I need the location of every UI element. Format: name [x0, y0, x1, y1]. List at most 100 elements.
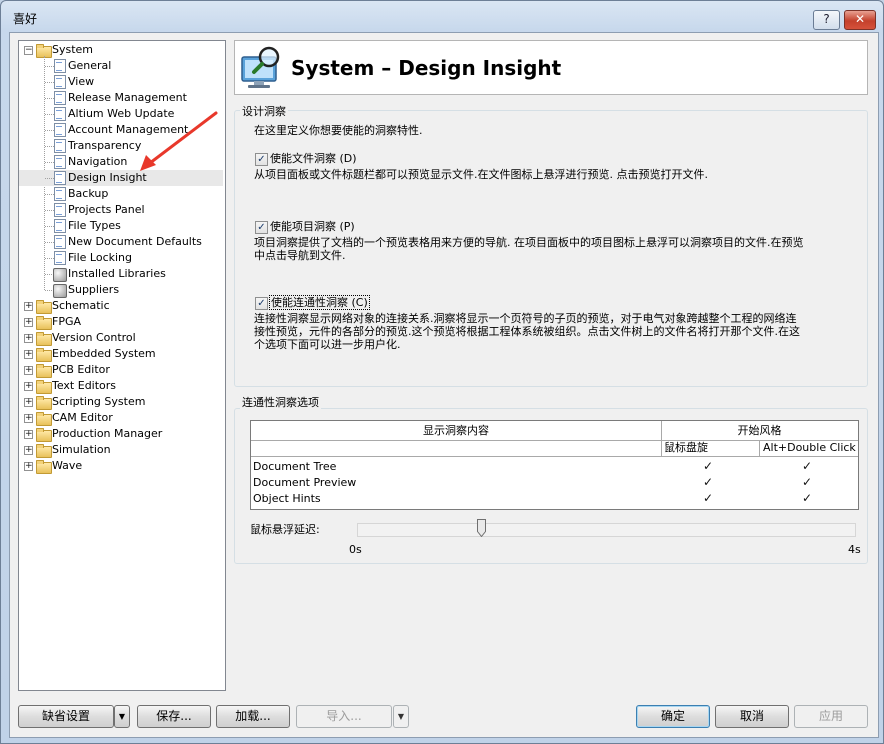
option-description-1: 项目洞察提供了文档的一个预览表格用来方便的导航. 在项目面板中的项目图标上悬浮可… [254, 236, 804, 249]
close-button[interactable]: ✕ [844, 10, 876, 30]
tree-item-file-locking[interactable]: File Locking [19, 250, 223, 266]
tree-item-label: PCB Editor [52, 363, 110, 376]
title-bar[interactable]: 喜好 ? ✕ [1, 1, 883, 33]
save-button[interactable]: 保存... [137, 705, 211, 728]
page-icon [54, 139, 66, 153]
expand-icon[interactable]: + [24, 318, 33, 327]
defaults-button[interactable]: 缺省设置 [18, 705, 114, 728]
alt-checkbox[interactable]: ✓ [802, 491, 812, 505]
page-icon [54, 91, 66, 105]
expand-icon[interactable]: + [24, 462, 33, 471]
tree-item-label: Version Control [52, 331, 136, 344]
tree-item-pcb-editor[interactable]: + PCB Editor [19, 362, 223, 378]
folder-icon [36, 348, 52, 362]
tree-item-label: System [52, 43, 94, 56]
tree-item-view[interactable]: View [19, 74, 223, 90]
expand-icon[interactable]: + [24, 334, 33, 343]
expand-icon[interactable]: + [24, 414, 33, 423]
tree-item-text-editors[interactable]: + Text Editors [19, 378, 223, 394]
tree-item-system[interactable]: − System [19, 42, 223, 58]
import-button[interactable]: 导入... [296, 705, 392, 728]
dialog-client: − System General View Release Management Alti… [9, 32, 879, 738]
annotation-arrow-icon [140, 111, 218, 171]
load-button[interactable]: 加载... [216, 705, 290, 728]
option-checkbox-2[interactable]: ✓ [255, 297, 268, 310]
alt-checkbox[interactable]: ✓ [802, 459, 812, 473]
tree-item-release-management[interactable]: Release Management [19, 90, 223, 106]
folder-icon [36, 444, 52, 458]
tree-item-file-types[interactable]: File Types [19, 218, 223, 234]
tree-item-installed-libraries[interactable]: Installed Libraries [19, 266, 223, 282]
page-icon [54, 219, 66, 233]
expand-icon[interactable]: + [24, 382, 33, 391]
expand-icon[interactable]: + [24, 302, 33, 311]
expand-icon[interactable]: + [24, 398, 33, 407]
library-icon [53, 284, 67, 298]
connectivity-group-label: 连通性洞察选项 [240, 394, 321, 410]
page-icon [54, 171, 66, 185]
expand-icon[interactable]: + [24, 350, 33, 359]
row-name: Document Tree [253, 460, 337, 473]
tree-item-projects-panel[interactable]: Projects Panel [19, 202, 223, 218]
tree-item-label: Installed Libraries [68, 267, 166, 280]
monitor-magnifier-icon [241, 46, 280, 88]
hover-checkbox[interactable]: ✓ [703, 459, 713, 473]
table-row[interactable]: Object Hints ✓ ✓ [251, 491, 858, 507]
table-row[interactable]: Document Tree ✓ ✓ [251, 459, 858, 475]
tree-item-label: View [68, 75, 95, 88]
tree-item-scripting-system[interactable]: + Scripting System [19, 394, 223, 410]
col-header-style: 开始风格 [737, 424, 782, 437]
tree-item-label: Embedded System [52, 347, 156, 360]
tree-item-embedded-system[interactable]: + Embedded System [19, 346, 223, 362]
tree-item-label: Suppliers [68, 283, 120, 296]
expand-icon[interactable]: + [24, 366, 33, 375]
col-header-alt: Alt+Double Click [763, 441, 856, 454]
help-button[interactable]: ? [813, 10, 840, 30]
import-dropdown-arrow[interactable]: ▼ [393, 705, 409, 728]
tree-item-general[interactable]: General [19, 58, 223, 74]
ok-button[interactable]: 确定 [636, 705, 710, 728]
folder-icon [36, 316, 52, 330]
tree-item-label: Text Editors [52, 379, 117, 392]
option-description-2: 连接性洞察显示网络对象的连接关系.洞察将显示一个页符号的子页的预览，对于电气对象… [254, 312, 797, 325]
hover-delay-slider-thumb[interactable] [477, 519, 487, 537]
tree-item-schematic[interactable]: + Schematic [19, 298, 223, 314]
tree-item-new-document-defaults[interactable]: New Document Defaults [19, 234, 223, 250]
tree-item-version-control[interactable]: + Version Control [19, 330, 223, 346]
alt-checkbox[interactable]: ✓ [802, 475, 812, 489]
option-description-1: 中点击导航到文件. [254, 249, 346, 262]
hover-delay-slider-track[interactable] [357, 523, 856, 537]
tree-item-production-manager[interactable]: + Production Manager [19, 426, 223, 442]
page-icon [54, 155, 66, 169]
tree-item-cam-editor[interactable]: + CAM Editor [19, 410, 223, 426]
defaults-dropdown-arrow[interactable]: ▼ [114, 705, 130, 728]
option-label-0[interactable]: 使能文件洞察 (D) [270, 152, 357, 165]
tree-item-fpga[interactable]: + FPGA [19, 314, 223, 330]
folder-icon [36, 380, 52, 394]
expand-icon[interactable]: + [24, 430, 33, 439]
apply-button[interactable]: 应用 [794, 705, 868, 728]
window-title: 喜好 [13, 12, 38, 26]
tree-item-wave[interactable]: + Wave [19, 458, 223, 474]
page-icon [54, 123, 66, 137]
hover-checkbox[interactable]: ✓ [703, 491, 713, 505]
hover-checkbox[interactable]: ✓ [703, 475, 713, 489]
tree-item-label: Schematic [52, 299, 110, 312]
option-checkbox-0[interactable]: ✓ [255, 153, 268, 166]
table-row[interactable]: Document Preview ✓ ✓ [251, 475, 858, 491]
folder-icon [36, 332, 52, 346]
option-checkbox-1[interactable]: ✓ [255, 221, 268, 234]
expand-icon[interactable]: + [24, 446, 33, 455]
option-label-2[interactable]: 使能连通性洞察 (C) [269, 295, 370, 310]
folder-icon [36, 460, 52, 474]
library-icon [53, 268, 67, 282]
tree-item-backup[interactable]: Backup [19, 186, 223, 202]
row-name: Document Preview [253, 476, 357, 489]
cancel-button[interactable]: 取消 [715, 705, 789, 728]
tree-item-simulation[interactable]: + Simulation [19, 442, 223, 458]
tree-item-suppliers[interactable]: Suppliers [19, 282, 223, 298]
page-icon [54, 59, 66, 73]
collapse-icon[interactable]: − [24, 46, 33, 55]
option-label-1[interactable]: 使能项目洞察 (P) [270, 220, 355, 233]
tree-item-label: General [68, 59, 112, 72]
